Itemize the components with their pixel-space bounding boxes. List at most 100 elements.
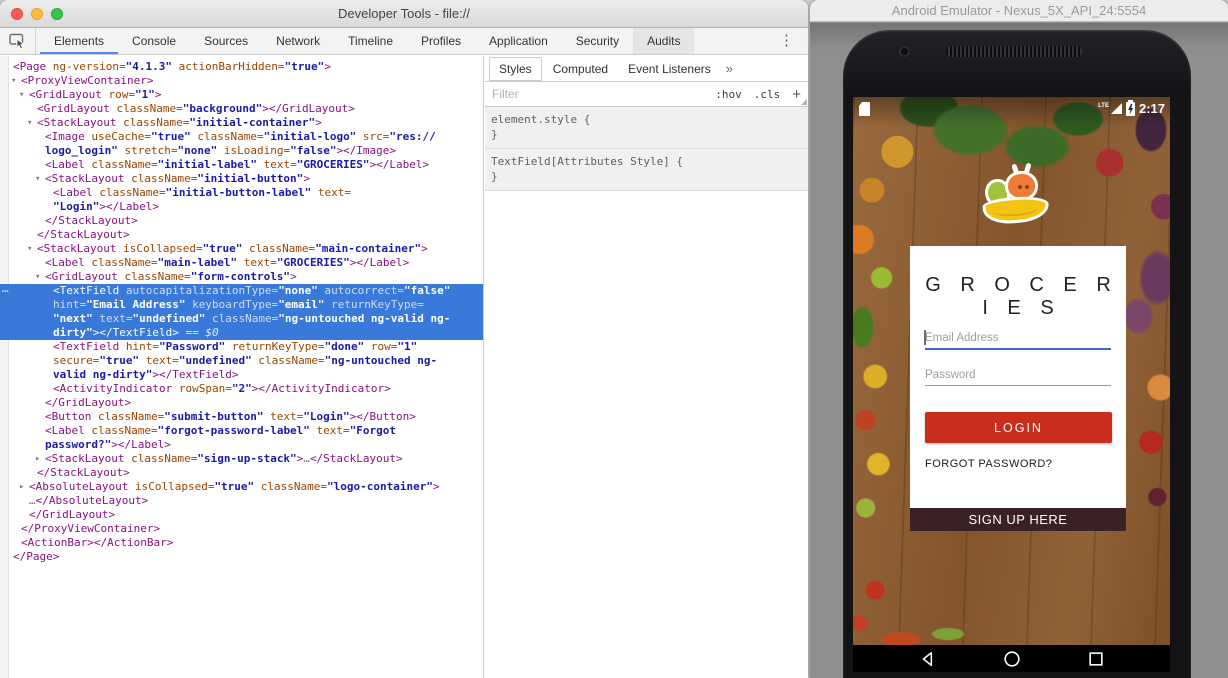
collapse-arrow-icon[interactable]: ▾	[27, 242, 37, 256]
overflow-chevron-icon[interactable]: »	[722, 61, 737, 76]
resize-grip-icon[interactable]	[801, 99, 807, 105]
minimize-button[interactable]	[31, 8, 43, 20]
code-token: "ng-untouched ng-	[325, 354, 438, 367]
add-style-rule-button[interactable]: +	[792, 86, 801, 103]
dom-tree-line[interactable]: ▾<StackLayout className="initial-button"…	[0, 172, 483, 186]
css-rule-selector[interactable]: TextField[Attributes Style] {	[491, 154, 802, 169]
code-token: useCache=	[85, 130, 151, 143]
dom-tree-line[interactable]: ▸<AbsoluteLayout isCollapsed="true" clas…	[0, 480, 483, 494]
inspect-element-button[interactable]	[0, 28, 36, 54]
close-button[interactable]	[11, 8, 23, 20]
dom-tree-line[interactable]: </StackLayout>	[0, 228, 483, 242]
styles-tab-styles[interactable]: Styles	[489, 57, 542, 81]
login-button[interactable]: LOGIN	[925, 412, 1112, 443]
dom-tree-line[interactable]: <Page ng-version="4.1.3" actionBarHidden…	[0, 60, 483, 74]
zoom-button[interactable]	[51, 8, 63, 20]
code-token: "true"	[203, 242, 243, 255]
code-token: className=	[252, 354, 325, 367]
dom-tree-line[interactable]: </StackLayout>	[0, 214, 483, 228]
code-token: "4.1.3"	[126, 60, 172, 73]
home-button[interactable]	[1002, 649, 1022, 669]
dom-tree-line[interactable]: <ActionBar></ActionBar>	[0, 536, 483, 550]
code-token: <TextField	[53, 340, 119, 353]
dom-tree-line[interactable]: </ProxyViewContainer>	[0, 522, 483, 536]
dom-tree-line[interactable]: valid ng-dirty"></TextField>	[0, 368, 483, 382]
collapse-arrow-icon[interactable]: ▾	[19, 88, 29, 102]
devtools-tab-console[interactable]: Console	[118, 28, 190, 54]
expand-arrow-icon[interactable]: ▸	[19, 480, 29, 494]
dom-tree-line[interactable]: "Login"></Label>	[0, 200, 483, 214]
devtools-tab-application[interactable]: Application	[475, 28, 562, 54]
styles-tab-event-listeners[interactable]: Event Listeners	[619, 58, 720, 80]
forgot-password-link[interactable]: FORGOT PASSWORD?	[925, 458, 1052, 470]
styles-filter-input[interactable]	[492, 87, 632, 101]
code-token: "false"	[404, 284, 450, 297]
dom-tree-line[interactable]: <Label className="forgot-password-label"…	[0, 424, 483, 438]
code-token: ></Button>	[350, 410, 416, 423]
back-button[interactable]	[918, 649, 938, 669]
class-toggle[interactable]: .cls	[754, 88, 781, 101]
dom-tree-line[interactable]: <Image useCache="true" className="initia…	[0, 130, 483, 144]
kebab-menu-icon[interactable]: ⋮	[775, 28, 798, 54]
devtools-window: Developer Tools - file:// ElementsConsol…	[0, 0, 808, 678]
dom-tree-line[interactable]: <Label className="initial-button-label" …	[0, 186, 483, 200]
code-token: "Email Address"	[86, 298, 185, 311]
sign-up-button[interactable]: SIGN UP HERE	[910, 508, 1126, 531]
dom-tree-line[interactable]: </GridLayout>	[0, 396, 483, 410]
dom-tree-line[interactable]: logo_login" stretch="none" isLoading="fa…	[0, 144, 483, 158]
code-token: autocorrect=	[318, 284, 404, 297]
code-token: <ProxyViewContainer>	[21, 74, 153, 87]
dom-tree-line[interactable]: <Label className="initial-label" text="G…	[0, 158, 483, 172]
code-token: isLoading=	[217, 144, 290, 157]
dom-tree-line[interactable]: …<TextField autocapitalizationType="none…	[0, 284, 483, 298]
styles-tab-computed[interactable]: Computed	[544, 58, 617, 80]
devtools-tab-sources[interactable]: Sources	[190, 28, 262, 54]
recents-button[interactable]	[1086, 649, 1106, 669]
element-options-icon[interactable]: …	[2, 282, 9, 296]
email-field[interactable]: Email Address	[925, 332, 1111, 350]
dom-tree-line[interactable]: password?"></Label>	[0, 438, 483, 452]
collapse-arrow-icon[interactable]: ▾	[11, 74, 21, 88]
devtools-tab-network[interactable]: Network	[262, 28, 334, 54]
password-field[interactable]: Password	[925, 369, 1111, 386]
devtools-tab-security[interactable]: Security	[562, 28, 633, 54]
dom-tree-line[interactable]: hint="Email Address" keyboardType="email…	[0, 298, 483, 312]
css-rule[interactable]: element.style {}	[485, 107, 808, 149]
dom-tree-line[interactable]: ▾<StackLayout className="initial-contain…	[0, 116, 483, 130]
devtools-tab-elements[interactable]: Elements	[40, 28, 118, 54]
css-rule[interactable]: TextField[Attributes Style] {}	[485, 149, 808, 191]
code-token: className=	[191, 130, 264, 143]
dom-tree-line[interactable]: </StackLayout>	[0, 466, 483, 480]
dom-tree-line[interactable]: <ActivityIndicator rowSpan="2"></Activit…	[0, 382, 483, 396]
devtools-tab-timeline[interactable]: Timeline	[334, 28, 407, 54]
css-rule-selector[interactable]: element.style {	[491, 112, 802, 127]
devtools-tab-profiles[interactable]: Profiles	[407, 28, 475, 54]
code-token: >	[324, 60, 331, 73]
dom-tree-line[interactable]: ▸<StackLayout className="sign-up-stack">…	[0, 452, 483, 466]
dom-tree-line[interactable]: ▾<StackLayout isCollapsed="true" classNa…	[0, 242, 483, 256]
dom-tree-line[interactable]: <Button className="submit-button" text="…	[0, 410, 483, 424]
collapse-arrow-icon[interactable]: ▾	[35, 172, 45, 186]
hover-state-toggle[interactable]: :hov	[715, 88, 742, 101]
dom-tree-line[interactable]: "next" text="undefined" className="ng-un…	[0, 312, 483, 326]
code-token: className=	[254, 480, 327, 493]
dom-tree-line[interactable]: ▾<ProxyViewContainer>	[0, 74, 483, 88]
code-token: className=	[91, 410, 164, 423]
status-bar: LTE 2:17	[853, 101, 1170, 117]
dom-tree-line[interactable]: secure="true" text="undefined" className…	[0, 354, 483, 368]
collapse-arrow-icon[interactable]: ▾	[35, 270, 45, 284]
dom-tree-line[interactable]: <GridLayout className="background"></Gri…	[0, 102, 483, 116]
dom-tree-line[interactable]: ▾<GridLayout className="form-controls">	[0, 270, 483, 284]
dom-tree-line[interactable]: <Label className="main-label" text="GROC…	[0, 256, 483, 270]
devtools-tab-audits[interactable]: Audits	[633, 28, 694, 54]
code-token: "email"	[278, 298, 324, 311]
collapse-arrow-icon[interactable]: ▾	[27, 116, 37, 130]
dom-tree-line[interactable]: </Page>	[0, 550, 483, 564]
code-token: "submit-button"	[164, 410, 263, 423]
dom-tree-line[interactable]: <TextField hint="Password" returnKeyType…	[0, 340, 483, 354]
expand-arrow-icon[interactable]: ▸	[35, 452, 45, 466]
dom-tree-line[interactable]: dirty"></TextField> == $0	[0, 326, 483, 340]
dom-tree-line[interactable]: ▾<GridLayout row="1">	[0, 88, 483, 102]
dom-tree-line[interactable]: </GridLayout>	[0, 508, 483, 522]
dom-tree-line[interactable]: …</AbsoluteLayout>	[0, 494, 483, 508]
